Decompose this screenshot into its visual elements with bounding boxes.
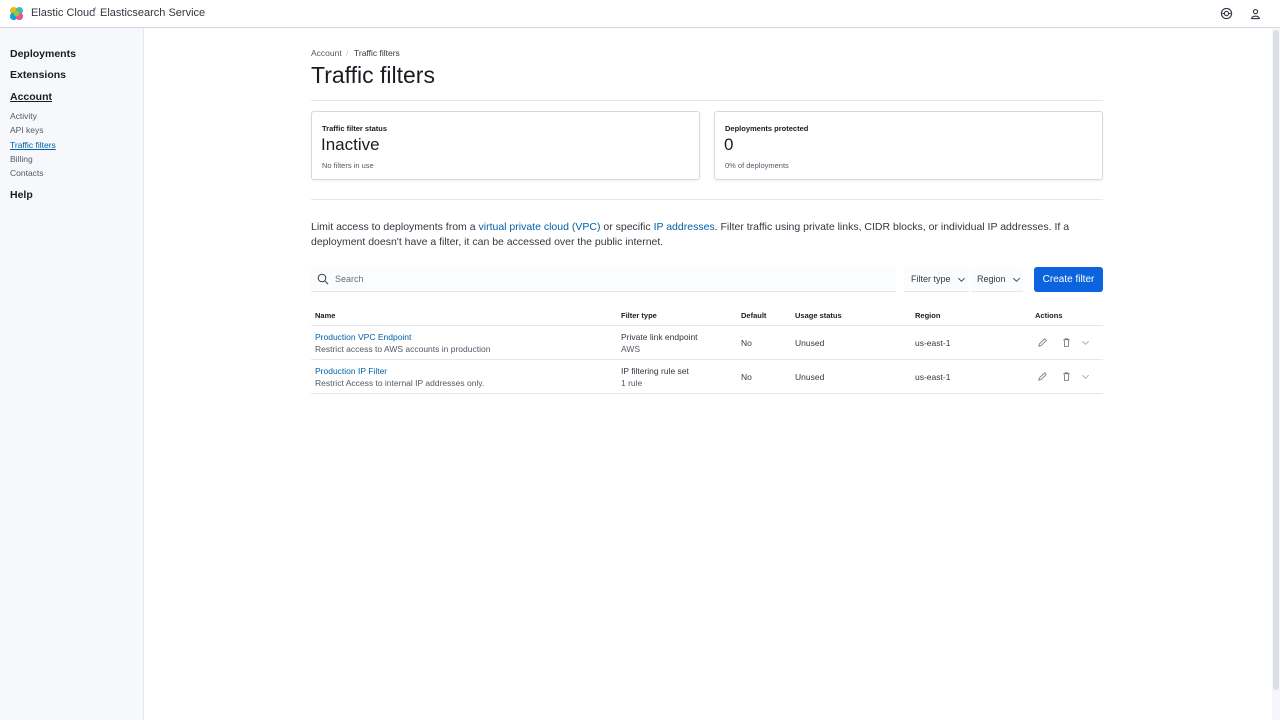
sidebar-item-activity[interactable]: Activity [10, 111, 37, 121]
panels-divider [311, 199, 1103, 200]
chevron-down-icon [1012, 277, 1020, 282]
breadcrumb-account[interactable]: Account [311, 48, 342, 58]
status-desc: No filters in use [322, 161, 374, 170]
brand-name[interactable]: Elastic Cloud [31, 7, 95, 19]
description-text-1: Limit access to deployments from a [311, 221, 479, 233]
sidebar-item-deployments[interactable]: Deployments [10, 48, 76, 60]
column-header-default: Default [741, 311, 767, 320]
column-header-region: Region [915, 311, 941, 320]
region-label: Region [977, 274, 1006, 284]
trash-icon[interactable] [1061, 371, 1072, 382]
sidebar-item-account[interactable]: Account [10, 91, 52, 103]
filter-type-dropdown[interactable]: Filter type [904, 267, 969, 292]
sidebar-item-help[interactable]: Help [10, 189, 33, 201]
sidebar-item-api-keys[interactable]: API keys [10, 125, 44, 135]
filter-usage-status: Unused [795, 338, 825, 348]
breadcrumb-separator: / [346, 48, 349, 58]
pencil-icon[interactable] [1037, 337, 1048, 348]
top-header: Elastic Cloud / Elasticsearch Service [0, 0, 1280, 28]
filter-region: us-east-1 [915, 338, 951, 348]
chevron-down-icon[interactable] [1080, 371, 1091, 382]
breadcrumb-current: Traffic filters [354, 48, 400, 58]
table-header-divider [311, 325, 1103, 326]
chevron-down-icon [957, 277, 965, 282]
filter-type: Private link endpoint [621, 332, 698, 342]
filter-description: Restrict Access to internal IP addresses… [315, 378, 485, 388]
user-icon[interactable] [1249, 7, 1262, 20]
column-header-actions: Actions [1035, 311, 1063, 320]
column-header-usage-status: Usage status [795, 311, 842, 320]
help-icon[interactable] [1220, 7, 1233, 20]
row-divider [311, 359, 1103, 360]
protected-value: 0 [724, 135, 734, 154]
filter-description: Restrict access to AWS accounts in produ… [315, 344, 491, 354]
search-icon [317, 273, 329, 285]
filter-type: IP filtering rule set [621, 366, 689, 376]
trash-icon[interactable] [1061, 337, 1072, 348]
vpc-link[interactable]: virtual private cloud (VPC) [478, 221, 600, 233]
filter-name-link[interactable]: Production IP Filter [315, 366, 387, 376]
page-description: Limit access to deployments from a virtu… [311, 220, 1111, 249]
scrollbar-thumb[interactable] [1273, 30, 1279, 690]
elastic-logo-icon[interactable] [9, 6, 24, 21]
filter-usage-status: Unused [795, 372, 825, 382]
sidebar: Deployments Extensions Account Activity … [0, 28, 144, 720]
row-divider [311, 393, 1103, 394]
sidebar-item-extensions[interactable]: Extensions [10, 69, 66, 81]
traffic-filter-status-panel: Traffic filter status Inactive No filter… [311, 111, 700, 180]
search-box [311, 267, 896, 292]
filter-type-detail: AWS [621, 344, 641, 354]
filter-region: us-east-1 [915, 372, 951, 382]
chevron-down-icon[interactable] [1080, 337, 1091, 348]
sidebar-item-billing[interactable]: Billing [10, 154, 33, 164]
brand-separator: / [93, 6, 97, 18]
create-filter-button[interactable]: Create filter [1034, 267, 1103, 292]
ip-addresses-link[interactable]: IP addresses [654, 221, 715, 233]
description-text-2: or specific [600, 221, 654, 233]
filter-default: No [741, 338, 752, 348]
page-title: Traffic filters [311, 62, 435, 88]
status-value: Inactive [321, 135, 380, 154]
filter-type-detail: 1 rule [621, 378, 643, 388]
filter-default: No [741, 372, 752, 382]
search-input[interactable] [333, 267, 893, 291]
sidebar-item-traffic-filters[interactable]: Traffic filters [10, 140, 56, 150]
column-header-filter-type: Filter type [621, 311, 657, 320]
protected-label: Deployments protected [725, 124, 809, 133]
title-divider [311, 100, 1103, 101]
status-label: Traffic filter status [322, 124, 388, 133]
deployments-protected-panel: Deployments protected 0 0% of deployment… [714, 111, 1103, 180]
column-header-name: Name [315, 311, 336, 320]
service-name[interactable]: Elasticsearch Service [100, 7, 205, 19]
filter-type-label: Filter type [911, 274, 951, 284]
region-dropdown[interactable]: Region [971, 267, 1023, 292]
protected-desc: 0% of deployments [725, 161, 789, 170]
pencil-icon[interactable] [1037, 371, 1048, 382]
filter-name-link[interactable]: Production VPC Endpoint [315, 332, 411, 342]
sidebar-item-contacts[interactable]: Contacts [10, 168, 44, 178]
